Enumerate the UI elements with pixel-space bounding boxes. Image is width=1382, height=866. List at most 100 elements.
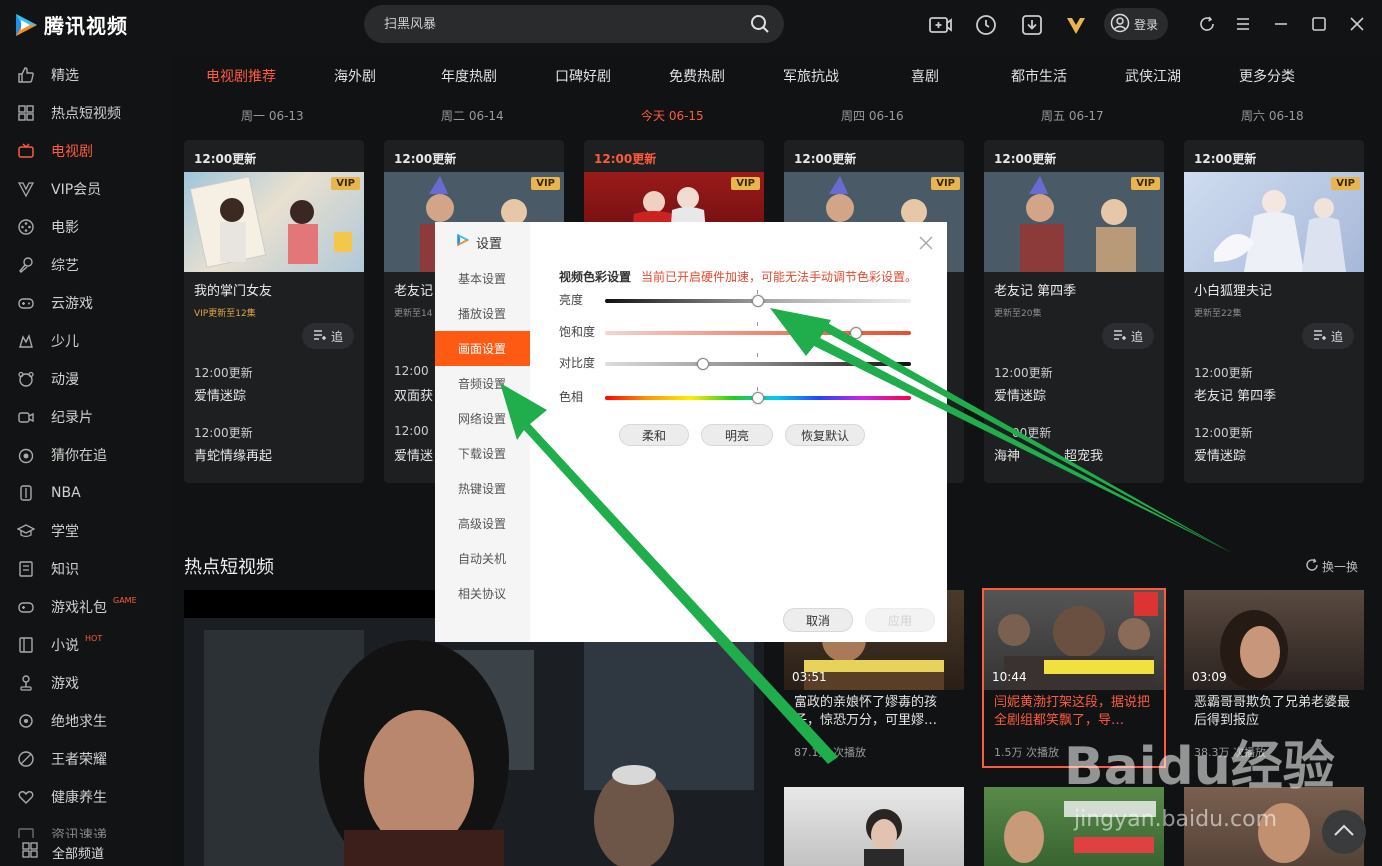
settings-menu-advanced[interactable]: 高级设置: [435, 506, 530, 541]
settings-menu-auto-shutdown[interactable]: 自动关机: [435, 541, 530, 576]
settings-menu-agreements[interactable]: 相关协议: [435, 576, 530, 611]
all-channels-button[interactable]: 全部频道: [0, 838, 170, 866]
sidebar-item-anime[interactable]: 动漫: [0, 360, 170, 398]
preset-soft-button[interactable]: 柔和: [619, 424, 689, 446]
day-tab-today[interactable]: 今天 06-15: [641, 107, 704, 124]
history-clock-icon[interactable]: [974, 13, 998, 37]
brightness-slider-handle[interactable]: [752, 295, 764, 307]
settings-menu-audio[interactable]: 音频设置: [435, 366, 530, 401]
restore-default-button[interactable]: 恢复默认: [785, 424, 865, 446]
follow-button[interactable]: 追: [1102, 323, 1154, 349]
upload-video-icon[interactable]: [928, 13, 952, 37]
sidebar-item-school[interactable]: 学堂: [0, 512, 170, 550]
settings-menu-hotkeys[interactable]: 热键设置: [435, 471, 530, 506]
sidebar-item-cloud-game[interactable]: 云游戏: [0, 284, 170, 322]
poster-image[interactable]: VIP: [1184, 172, 1364, 272]
refresh-icon[interactable]: [1196, 13, 1218, 35]
day-tab-thu[interactable]: 周四 06-16: [841, 107, 904, 124]
day-tab-sat[interactable]: 周六 06-18: [1241, 107, 1304, 124]
download-icon[interactable]: [1020, 13, 1044, 37]
schedule-card[interactable]: 12:00更新 VIP 我的掌门女友 VIP更新至12集 追 12:00更新 爱…: [184, 140, 364, 483]
sidebar-item-hot-short-video[interactable]: 热点短视频: [0, 94, 170, 132]
scroll-to-top-button[interactable]: [1322, 810, 1366, 854]
video-thumbnail[interactable]: [784, 787, 964, 866]
saturation-slider[interactable]: [605, 331, 911, 335]
short-video-card[interactable]: [784, 787, 964, 866]
tab-free-hot[interactable]: 免费热剧: [669, 66, 725, 86]
sidebar-item-pubg[interactable]: 绝地求生: [0, 702, 170, 740]
saturation-slider-handle[interactable]: [849, 327, 862, 339]
menu-icon[interactable]: [1232, 13, 1254, 35]
sidebar-item-movie[interactable]: 电影: [0, 208, 170, 246]
search-icon[interactable]: [750, 14, 770, 34]
contrast-slider[interactable]: [605, 362, 911, 366]
settings-menu-network[interactable]: 网络设置: [435, 401, 530, 436]
sidebar-item-vip[interactable]: VIP会员: [0, 170, 170, 208]
apply-button[interactable]: 应用: [865, 608, 935, 632]
minimize-icon[interactable]: [1270, 13, 1292, 35]
sidebar-item-game-gift[interactable]: 游戏礼包 GAME: [0, 588, 170, 626]
poster-image[interactable]: VIP: [984, 172, 1164, 272]
search-box[interactable]: [364, 5, 784, 43]
vip-crown-icon[interactable]: [1064, 13, 1088, 37]
sidebar-item-tv-drama[interactable]: 电视剧: [0, 132, 170, 170]
settings-menu-download[interactable]: 下载设置: [435, 436, 530, 471]
episode-title[interactable]: 爱情迷: [394, 445, 433, 464]
follow-button[interactable]: 追: [1302, 323, 1354, 349]
episode-title[interactable]: 老友记 第四季: [1194, 385, 1276, 404]
tab-wuxia[interactable]: 武侠江湖: [1125, 66, 1181, 86]
settings-menu-basic[interactable]: 基本设置: [435, 261, 530, 296]
contrast-slider-handle[interactable]: [696, 358, 709, 370]
show-title[interactable]: 小白狐狸夫记: [1194, 280, 1272, 299]
sidebar-item-knowledge[interactable]: 知识: [0, 550, 170, 588]
poster-image[interactable]: VIP: [184, 172, 364, 272]
search-input[interactable]: [384, 5, 744, 43]
sidebar-item-novel[interactable]: 小说 HOT: [0, 626, 170, 664]
show-title[interactable]: 我的掌门女友: [194, 280, 272, 299]
schedule-card[interactable]: 12:00更新 VIP 小白狐狸夫记 更新至22集 追 12:00更新 老友记 …: [1184, 140, 1364, 483]
episode-title[interactable]: 青蛇情缘再起: [194, 445, 272, 464]
follow-button[interactable]: 追: [302, 323, 354, 349]
sidebar-item-honor-of-kings[interactable]: 王者荣耀: [0, 740, 170, 778]
episode-title[interactable]: 爱情迷踪: [994, 385, 1046, 404]
refresh-batch-button[interactable]: 换一换: [1305, 558, 1358, 575]
maximize-icon[interactable]: [1308, 13, 1330, 35]
settings-menu-picture[interactable]: 画面设置: [435, 331, 530, 366]
episode-title[interactable]: 海神: [994, 445, 1020, 464]
tab-urban-life[interactable]: 都市生活: [1011, 66, 1067, 86]
schedule-card[interactable]: 12:00更新 VIP 老友记 第四季 更新至20集 追 12:00更新 爱情迷…: [984, 140, 1164, 483]
episode-title[interactable]: 爱情迷踪: [1194, 445, 1246, 464]
episode-title[interactable]: 双面获: [394, 385, 433, 404]
login-button[interactable]: 登录: [1104, 8, 1168, 40]
day-tab-fri[interactable]: 周五 06-17: [1041, 107, 1104, 124]
cancel-button[interactable]: 取消: [783, 608, 853, 632]
sidebar-item-documentary[interactable]: 纪录片: [0, 398, 170, 436]
video-title[interactable]: 富政的亲娘怀了嫪毐的孩子，惊恐万分，可里嫪…: [794, 694, 958, 730]
video-thumbnail[interactable]: 03:09: [1184, 590, 1364, 690]
tab-tv-recommend[interactable]: 电视剧推荐: [206, 66, 276, 86]
tab-overseas[interactable]: 海外剧: [334, 66, 376, 86]
tab-acclaimed[interactable]: 口碑好剧: [555, 66, 611, 86]
show-title[interactable]: 老友记: [394, 280, 433, 299]
episode-title[interactable]: 超宠我: [1064, 445, 1103, 464]
tab-comedy[interactable]: 喜剧: [911, 66, 939, 86]
show-title[interactable]: 老友记 第四季: [994, 280, 1076, 299]
video-thumbnail[interactable]: 10:44: [984, 590, 1164, 690]
tab-annual-hot[interactable]: 年度热剧: [441, 66, 497, 86]
day-tab-tue[interactable]: 周二 06-14: [441, 107, 504, 124]
sidebar-item-health[interactable]: 健康养生: [0, 778, 170, 816]
sidebar-item-nba[interactable]: NBA: [0, 474, 170, 512]
tab-military[interactable]: 军旅抗战: [783, 66, 839, 86]
sidebar-item-guess-you-follow[interactable]: 猜你在追: [0, 436, 170, 474]
sidebar-item-games[interactable]: 游戏: [0, 664, 170, 702]
hue-slider-handle[interactable]: [752, 392, 764, 404]
sidebar-item-kids[interactable]: 少儿: [0, 322, 170, 360]
app-logo[interactable]: 腾讯视频: [12, 10, 128, 39]
tab-more-categories[interactable]: 更多分类: [1239, 66, 1295, 86]
close-icon[interactable]: [919, 236, 933, 250]
sidebar-item-featured[interactable]: 精选: [0, 56, 170, 94]
day-tab-mon[interactable]: 周一 06-13: [241, 107, 304, 124]
settings-menu-playback[interactable]: 播放设置: [435, 296, 530, 331]
close-window-icon[interactable]: [1346, 13, 1368, 35]
episode-title[interactable]: 爱情迷踪: [194, 385, 246, 404]
